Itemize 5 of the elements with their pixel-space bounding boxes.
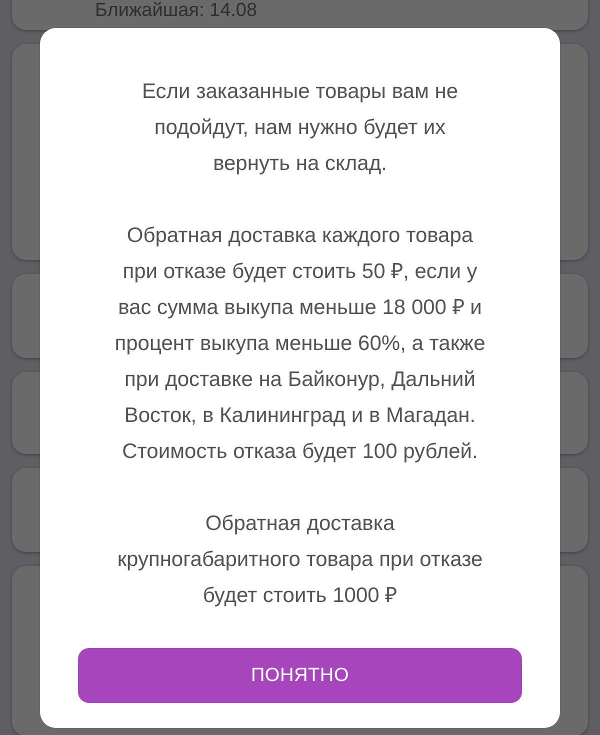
dialog-text: Если заказанные товары вам не подойдут, нам нужно будет их вернуть на склад. [142, 79, 458, 177]
nearest-date: Ближайшая: 14.08 [95, 0, 258, 22]
dialog-text: Обратная доставка каждого товара при отказе будет стоить 50 ₽, если у вас сумма выкупа меньше 18 000 ₽ и процент выкупа меньше 60%, а также при доставке на Байконур, Дальний Восток, в Калининград и в Магадан. Стоимость отказа будет 100 рублей. [114, 223, 486, 465]
dialog-text: Обратная доставка крупногабаритного товара при отказе будет стоить 1000 ₽ [117, 511, 483, 609]
ok-button[interactable]: ПОНЯТНО [78, 648, 522, 703]
